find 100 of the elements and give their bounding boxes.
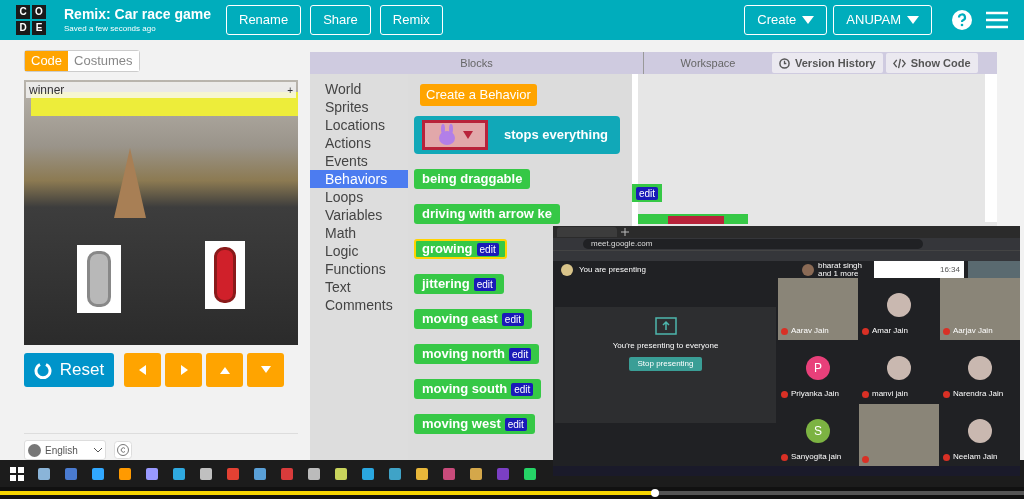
presenting-label: You are presenting (579, 264, 646, 276)
behavior-block[interactable]: growing edit (414, 239, 507, 259)
behavior-block[interactable]: moving east edit (414, 309, 532, 329)
category-item[interactable]: Locations (310, 116, 408, 134)
presenting-message: You're presenting to everyone (612, 340, 719, 352)
block-text: moving south (422, 380, 508, 399)
participant-name: Priyanka Jain (791, 388, 840, 400)
category-item[interactable]: Variables (310, 206, 408, 224)
app-icon[interactable] (37, 466, 51, 481)
category-item[interactable]: Loops (310, 188, 408, 206)
edit-tag[interactable]: edit (473, 277, 496, 291)
toolbar-button[interactable]: Show Code (885, 53, 978, 73)
language-value: English (45, 443, 79, 458)
participant-name: Aarav Jain (791, 325, 829, 337)
toolbar-button[interactable]: Version History (772, 53, 883, 73)
caret-icon (907, 16, 919, 24)
add-mark[interactable]: + (287, 82, 293, 98)
new-tab-icon[interactable] (621, 228, 629, 236)
app-icon[interactable] (415, 466, 429, 481)
app-icon[interactable] (307, 466, 321, 481)
code-logo[interactable]: C O D E (16, 5, 46, 35)
participant-name: Aarjav Jain (953, 325, 993, 337)
help-icon[interactable] (952, 10, 972, 30)
avatar-photo-placeholder (968, 356, 992, 380)
app-icon[interactable] (334, 466, 348, 481)
windows-logo-icon[interactable] (10, 466, 24, 481)
video-progress-track[interactable] (0, 491, 1024, 495)
block-text: stops everything (504, 126, 609, 145)
block-text: driving with arrow ke (422, 205, 553, 224)
edit-tag[interactable]: edit (511, 382, 534, 396)
mic-off-icon (862, 390, 869, 398)
category-item[interactable]: World (310, 80, 408, 98)
behavior-block[interactable]: jittering edit (414, 274, 504, 294)
workspace-block[interactable] (638, 214, 748, 224)
app-icon[interactable] (91, 466, 105, 481)
app-icon[interactable] (523, 466, 537, 481)
workspace-block[interactable]: edit (632, 184, 663, 202)
mic-off-icon (943, 390, 950, 398)
avatar-photo-placeholder (887, 356, 911, 380)
block-text: moving west (422, 415, 501, 434)
behavior-block[interactable]: moving north edit (414, 344, 540, 364)
language-select[interactable]: English (24, 440, 106, 460)
behavior-block[interactable]: moving west edit (414, 414, 535, 434)
participant-name: Narendra Jain (953, 388, 1004, 400)
panel-title: Workspace (679, 56, 737, 71)
app-icon[interactable] (388, 466, 402, 481)
edit-tag[interactable]: edit (504, 417, 527, 431)
app-icon[interactable] (145, 466, 159, 481)
app-icon[interactable] (361, 466, 375, 481)
block-text: being draggable (422, 170, 523, 189)
letter-avatar: S (806, 419, 830, 443)
sprite-dropdown[interactable] (422, 120, 488, 150)
progress-thumb[interactable] (651, 489, 660, 497)
app-icon[interactable] (118, 466, 132, 481)
mic-off-icon (862, 327, 869, 335)
category-item[interactable]: Events (310, 152, 408, 170)
car-sprite (205, 241, 245, 309)
edit-tag[interactable]: edit (476, 242, 499, 256)
mic-off-icon (862, 456, 869, 463)
category-item[interactable]: Sprites (310, 98, 408, 116)
app-icon[interactable] (199, 466, 213, 481)
category-item[interactable]: Behaviors (310, 170, 408, 188)
logo-letter: D (16, 21, 30, 35)
avatar-icon (561, 264, 573, 276)
avatar-photo-placeholder (887, 293, 911, 317)
edit-tag[interactable]: edit (636, 186, 659, 200)
address-bar[interactable]: meet.google.com (583, 239, 923, 249)
category-item[interactable]: Comments (310, 296, 408, 314)
block-text: growing (422, 240, 473, 259)
category-item[interactable]: Functions (310, 260, 408, 278)
participant-name: Amar Jain (872, 325, 908, 337)
menu-icon[interactable] (986, 11, 1008, 29)
letter-avatar: P (806, 356, 830, 380)
avatar-icon (801, 263, 814, 276)
app-icon[interactable] (172, 466, 186, 481)
edit-tag[interactable]: edit (501, 312, 524, 326)
avatar-photo-placeholder (968, 419, 992, 443)
reset-icon (33, 361, 52, 379)
behavior-block[interactable]: moving south edit (414, 379, 542, 399)
bunny-icon (437, 124, 457, 146)
app-icon[interactable] (253, 466, 267, 481)
copyright-icon[interactable] (114, 441, 132, 459)
logo-letter: E (32, 21, 46, 35)
save-status: Saved a few seconds ago (64, 23, 157, 34)
block-text: moving north (422, 345, 506, 364)
clock-icon (779, 57, 790, 69)
mic-off-icon (781, 453, 788, 461)
edit-tag[interactable]: edit (509, 347, 532, 361)
logo-letter: O (32, 5, 46, 19)
participant-name: Neelam Jain (953, 451, 998, 463)
mic-off-icon (781, 390, 788, 398)
category-item[interactable]: Text (310, 278, 408, 296)
category-item[interactable]: Logic (310, 242, 408, 260)
category-item[interactable]: Actions (310, 134, 408, 152)
mic-off-icon (781, 327, 788, 335)
category-item[interactable]: Math (310, 224, 408, 242)
participant-name: Sanyogita jain (791, 451, 842, 463)
app-icon[interactable] (469, 466, 483, 481)
block-text: jittering (422, 275, 470, 294)
scrollbar[interactable] (985, 74, 997, 222)
